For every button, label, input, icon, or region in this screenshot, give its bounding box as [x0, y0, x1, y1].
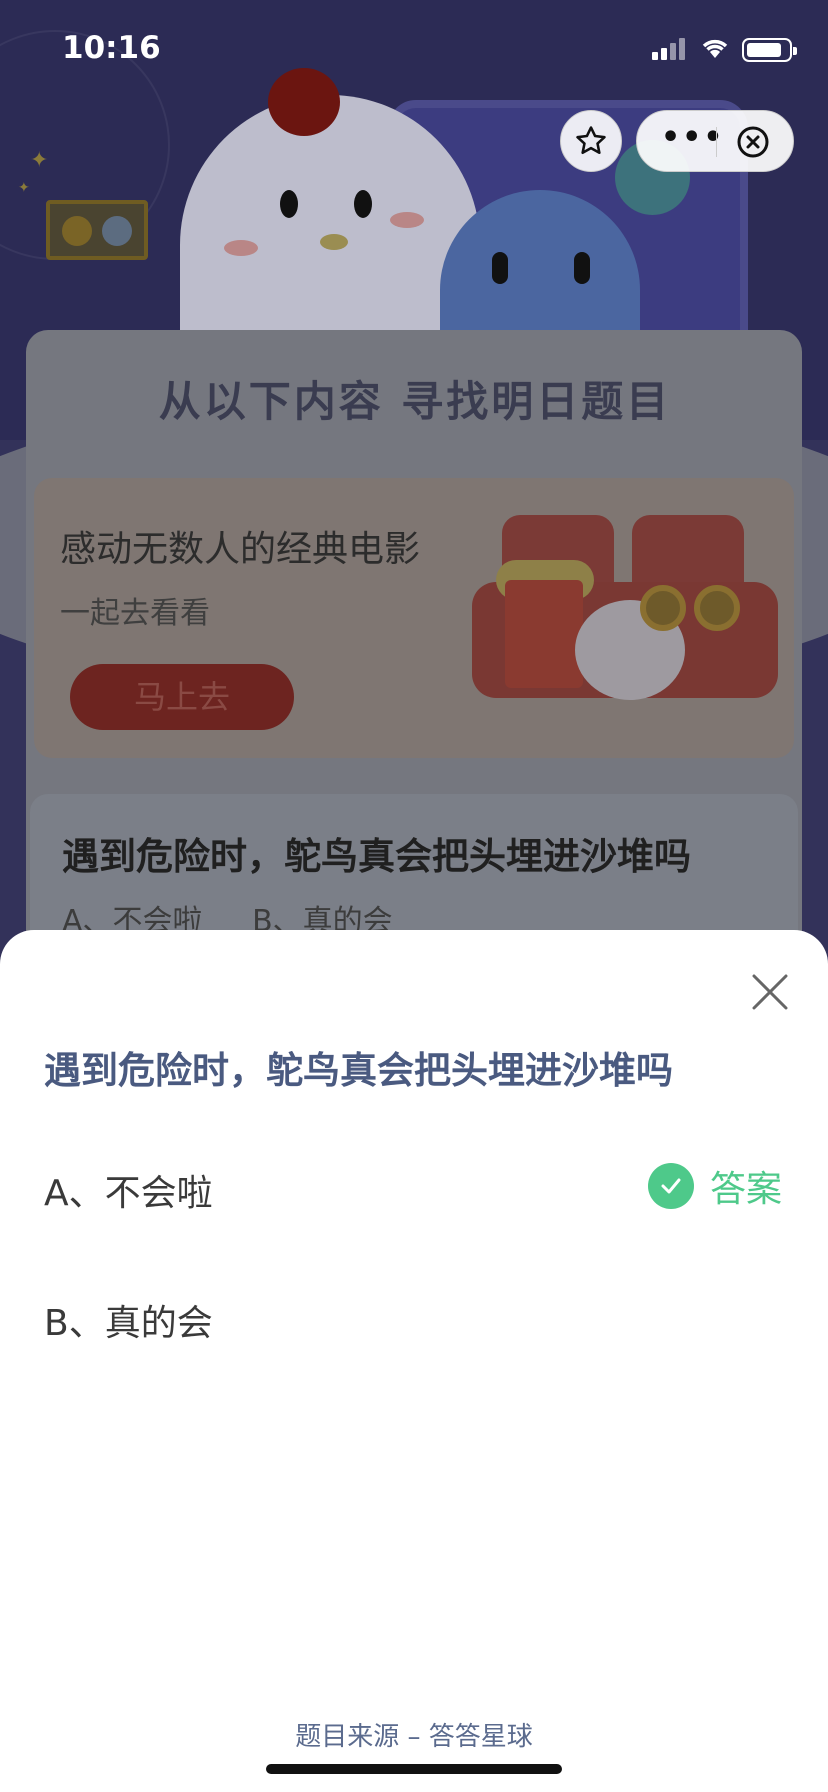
sheet-close-icon[interactable] [748, 970, 792, 1014]
home-indicator[interactable] [266, 1764, 562, 1774]
answer-label: 答案 [710, 1169, 783, 1210]
question-source: 题目来源 – 答答星球 [295, 1722, 533, 1752]
check-icon [648, 1163, 694, 1209]
answer-badge: 答案 [648, 1162, 782, 1210]
sheet-question-title: 遇到危险时，鸵鸟真会把头埋进沙堆吗 [44, 1049, 673, 1092]
option-b[interactable]: B、真的会 [44, 1294, 213, 1346]
option-a[interactable]: A、不会啦 [44, 1164, 213, 1216]
